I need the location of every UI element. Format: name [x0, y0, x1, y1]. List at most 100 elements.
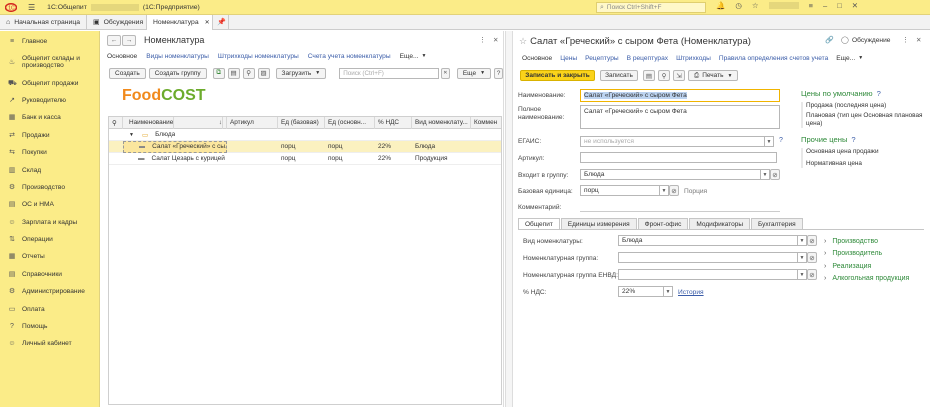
group-dropdown[interactable]: ▼ — [761, 169, 770, 180]
kind-open-button[interactable]: ⊘ — [807, 235, 817, 246]
save-and-close-button[interactable]: Записать и закрыть — [520, 70, 595, 81]
sidebar-item[interactable]: ≡ Главное — [0, 33, 99, 50]
nav-recipes[interactable]: Рецептуры — [585, 55, 618, 62]
envd-group-input[interactable] — [618, 269, 798, 280]
tab-modifiers[interactable]: Модификаторы — [689, 218, 751, 229]
col-unit2[interactable]: Ед (основн... — [325, 116, 375, 129]
price-type-item[interactable]: Основная цена продажи — [806, 148, 926, 156]
egais-input[interactable]: не используется — [580, 136, 765, 147]
maximize-icon[interactable]: □ — [837, 1, 842, 10]
nav-barcodes[interactable]: Штрихкоды номенклатуры — [218, 53, 299, 60]
nav-main[interactable]: Основное — [107, 53, 137, 60]
notifications-icon[interactable]: 🔔 — [716, 1, 725, 10]
section-production[interactable]: › Производство — [824, 236, 909, 248]
image-button[interactable]: ▨ — [257, 67, 270, 79]
nav-prices[interactable]: Цены — [560, 55, 577, 62]
close-icon[interactable]: ✕ — [493, 36, 498, 44]
create-button[interactable]: Создать — [109, 67, 146, 79]
collapse-icon[interactable]: ▼ — [126, 129, 134, 141]
group-open-button[interactable]: ⊘ — [770, 169, 780, 180]
tab-front-office[interactable]: Фронт-офис — [637, 218, 689, 229]
name-input[interactable]: Салат «Греческий» с сыром Фета — [580, 89, 780, 102]
sidebar-item[interactable]: ▤ ОС и НМА — [0, 196, 99, 213]
row-name-cell[interactable]: ▬ Салат «Греческий» с сы... — [123, 140, 227, 153]
sidebar-item[interactable]: ▦ Отчеты — [0, 248, 99, 265]
print-button[interactable]: ⎙ Печать ▼ — [688, 70, 739, 81]
nav-accounts[interactable]: Счета учета номенклатуры — [308, 53, 391, 60]
envd-group-dropdown[interactable]: ▼ — [798, 269, 807, 280]
tab-home[interactable]: ⌂ Начальная страница — [0, 14, 87, 30]
vat-input[interactable]: 22% — [618, 286, 664, 297]
sidebar-item[interactable]: ☺ Личный кабинет — [0, 335, 99, 352]
tab-accounting[interactable]: Бухгалтерия — [751, 218, 803, 229]
nav-in-recipes[interactable]: В рецептурах — [627, 55, 668, 62]
vat-dropdown[interactable]: ▼ — [664, 286, 673, 297]
sidebar-item[interactable]: ☺ Зарплата и кадры — [0, 214, 99, 231]
more-button[interactable]: Еще ▼ — [456, 67, 492, 79]
sidebar-item[interactable]: ▤ Справочники — [0, 266, 99, 283]
nav-kinds[interactable]: Виды номенклатуры — [146, 53, 209, 60]
sidebar-item[interactable]: ▭ Оплата — [0, 300, 99, 317]
col-unit[interactable]: Ед (базовая) — [278, 116, 325, 129]
help-icon[interactable]: ? — [877, 89, 881, 98]
attach-button[interactable]: ⚲ — [242, 67, 255, 79]
help-button[interactable]: ? — [494, 67, 503, 79]
nav-barcodes[interactable]: Штрихкоды — [676, 55, 711, 62]
egais-dropdown[interactable]: ▼ — [765, 136, 774, 147]
kind-input[interactable]: Блюда — [618, 235, 798, 246]
col-article[interactable]: Артикул — [227, 116, 278, 129]
favorite-star-icon[interactable]: ☆ — [519, 36, 527, 47]
sidebar-item[interactable]: ⇄ Продажи — [0, 127, 99, 144]
mark-delete-button[interactable]: ▤ — [643, 70, 655, 81]
help-icon[interactable]: ? — [851, 135, 855, 144]
unit-open-button[interactable]: ⊘ — [669, 185, 679, 196]
sidebar-item[interactable]: ♨ Общепит склады и производство — [0, 50, 99, 74]
minimize-icon[interactable]: – — [823, 1, 827, 10]
nomenclature-group-open-button[interactable]: ⊘ — [807, 252, 817, 263]
sidebar-item[interactable]: ⇆ Покупки — [0, 144, 99, 161]
back-button[interactable]: ← — [107, 34, 121, 46]
sidebar-item[interactable]: ⚙ Производство — [0, 179, 99, 196]
close-icon[interactable]: ✕ — [916, 36, 921, 44]
nav-more[interactable]: Еще... — [836, 55, 855, 62]
col-name[interactable]: Наименование ↓ — [123, 116, 227, 129]
mark-delete-button[interactable]: ▤ — [227, 67, 240, 79]
tab-discussions[interactable]: ▣ Обсуждения — [87, 14, 147, 30]
attach-button[interactable]: ⚲ — [658, 70, 670, 81]
user-icon[interactable] — [768, 2, 799, 9]
unit-dropdown[interactable]: ▼ — [660, 185, 669, 196]
more-icon[interactable]: ≡ — [809, 1, 813, 10]
help-icon[interactable]: ? — [779, 137, 783, 144]
discussion-link[interactable]: Обсуждение — [852, 37, 890, 44]
panel-splitter[interactable] — [505, 31, 513, 407]
sidebar-item[interactable]: ▥ Склад — [0, 161, 99, 178]
col-vat[interactable]: % НДС — [375, 116, 412, 129]
save-button[interactable]: Записать — [600, 70, 638, 81]
link-icon[interactable]: 🔗 — [825, 36, 834, 44]
more-vert-icon[interactable]: ⋮ — [902, 36, 909, 44]
col-comment[interactable]: Коммен — [471, 117, 501, 129]
nomenclature-group-dropdown[interactable]: ▼ — [798, 252, 807, 263]
col-kind[interactable]: Вид номенклату... — [412, 116, 471, 129]
envd-group-open-button[interactable]: ⊘ — [807, 269, 817, 280]
sidebar-item[interactable]: ⚙ Администрирование — [0, 283, 99, 300]
close-icon[interactable]: ✕ — [852, 1, 858, 10]
section-manufacturer[interactable]: › Производитель — [824, 248, 909, 260]
price-type-item[interactable]: Плановая (тип цен Основная плановая цена… — [806, 112, 926, 128]
tab-close-icon[interactable]: ✕ — [205, 19, 210, 26]
nav-more[interactable]: Еще... — [400, 53, 419, 60]
section-alcohol[interactable]: › Алкогольная продукция — [824, 273, 909, 285]
pin-tab-button[interactable]: 📌 — [213, 14, 229, 30]
tab-nomenclature[interactable]: Номенклатура ✕ — [147, 14, 213, 30]
tab-units[interactable]: Единицы измерения — [560, 218, 637, 229]
forward-button[interactable]: → — [122, 34, 136, 46]
unit-input[interactable]: порц — [580, 185, 660, 196]
clear-search-button[interactable]: ✕ — [440, 67, 450, 79]
price-type-item[interactable]: Нормативная цена — [806, 160, 926, 168]
article-input[interactable] — [580, 152, 777, 163]
sidebar-item[interactable]: ⛟ Общепит продажи — [0, 74, 99, 91]
nomenclature-group-input[interactable] — [618, 252, 798, 263]
load-button[interactable]: Загрузить ▼ — [275, 67, 327, 79]
group-input[interactable]: Блюда — [580, 169, 761, 180]
more-vert-icon[interactable]: ⋮ — [479, 36, 486, 44]
